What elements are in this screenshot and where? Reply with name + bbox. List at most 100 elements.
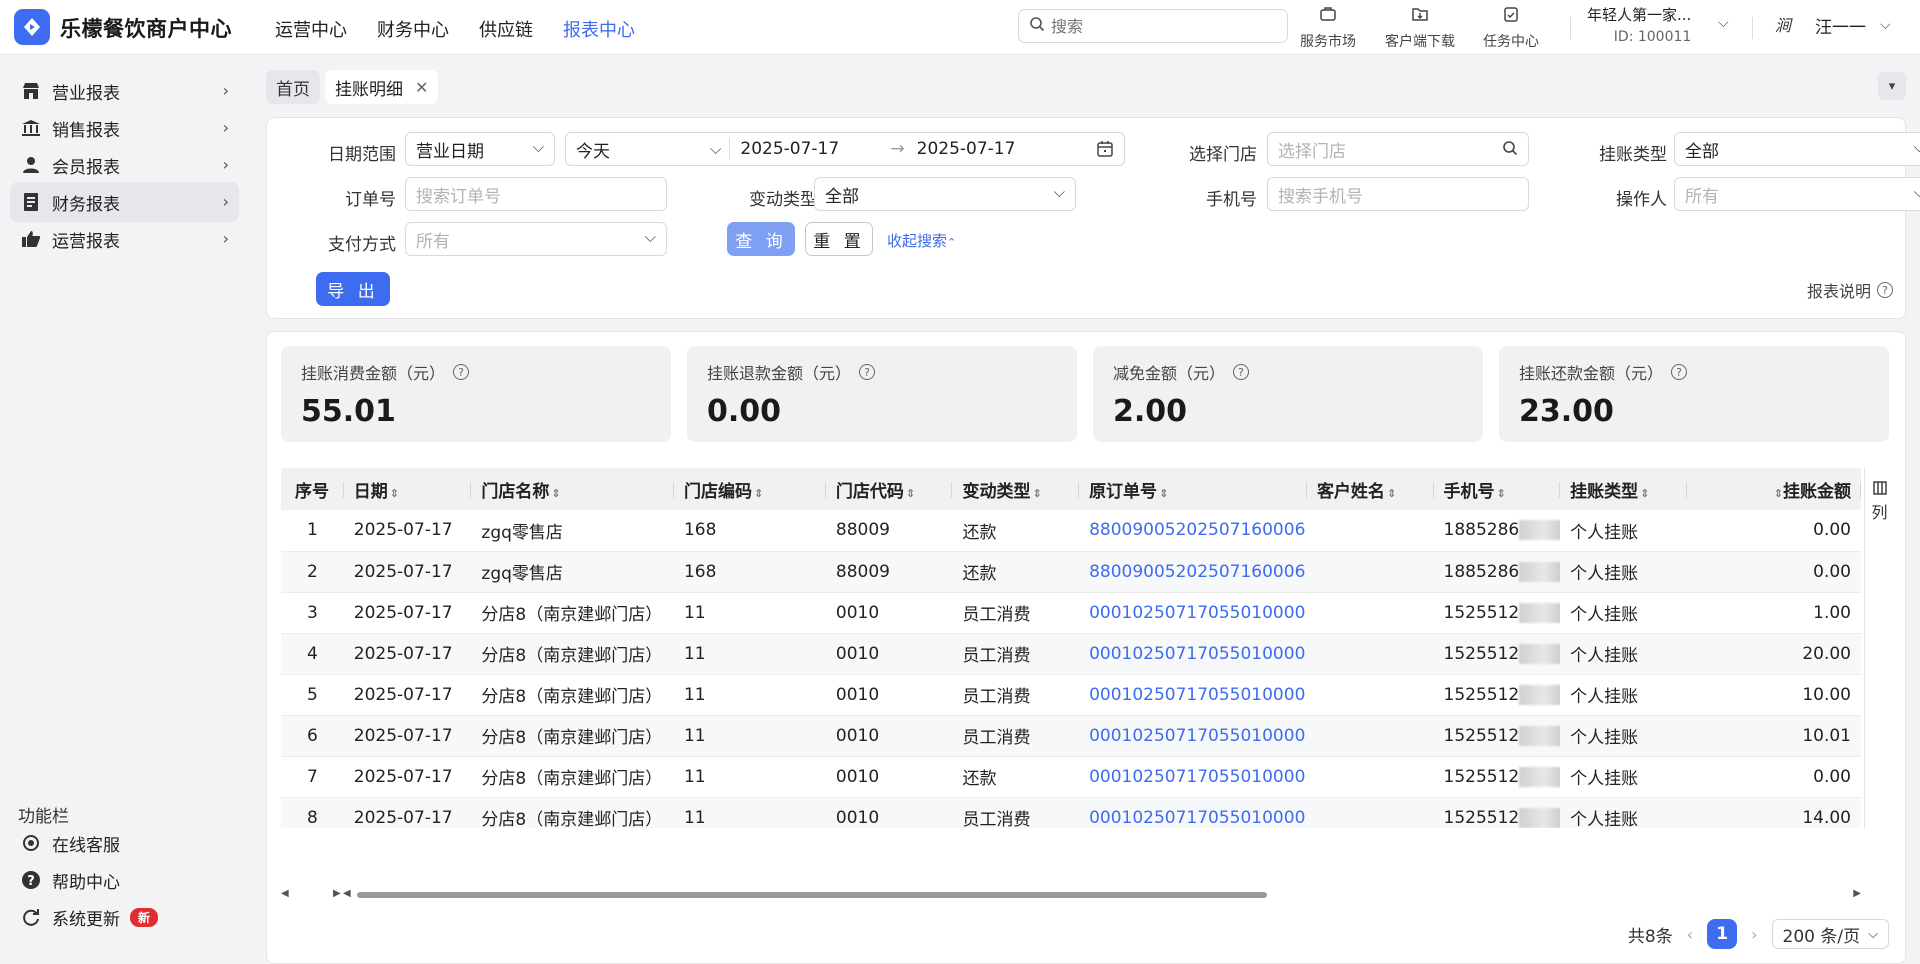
- sidebar-item-sales-report[interactable]: 销售报表 ›: [10, 108, 239, 148]
- global-search[interactable]: [1018, 9, 1288, 43]
- service-market-button[interactable]: 服务市场: [1300, 4, 1356, 51]
- column-settings-button[interactable]: 列: [1864, 468, 1894, 828]
- question-circle-icon[interactable]: ?: [1233, 364, 1250, 380]
- date-start[interactable]: 2025-07-17: [740, 139, 890, 159]
- cell-date: 2025-07-17: [343, 510, 472, 552]
- reset-button[interactable]: 重 置: [805, 222, 873, 256]
- nav-reports[interactable]: 报表中心: [563, 16, 635, 42]
- scroll-right-icon[interactable]: ▶: [333, 888, 341, 899]
- report-help[interactable]: 报表说明 ?: [1807, 278, 1893, 302]
- store-icon: [20, 80, 42, 102]
- prev-page-icon[interactable]: ‹: [1687, 925, 1693, 944]
- page-size-select[interactable]: 200 条/页 ⌵: [1771, 919, 1889, 949]
- tab-home[interactable]: 首页: [266, 70, 320, 104]
- question-circle-icon[interactable]: ?: [1671, 364, 1688, 380]
- user-menu[interactable]: 涧 汪一一 ⌵: [1775, 12, 1891, 38]
- col-header-order-no[interactable]: 原订单号 ⇕: [1079, 468, 1307, 510]
- chevron-down-icon: ⌵: [1880, 17, 1891, 33]
- chevron-down-icon: ▾: [1888, 78, 1896, 94]
- question-circle-icon[interactable]: ?: [453, 364, 470, 380]
- order-placeholder: 搜索订单号: [416, 186, 501, 207]
- order-input[interactable]: 搜索订单号: [405, 177, 667, 211]
- close-icon[interactable]: ✕: [415, 78, 428, 97]
- store-select[interactable]: 选择门店: [1267, 132, 1529, 166]
- change-type-select[interactable]: 全部 ⌵: [814, 177, 1076, 211]
- online-support-item[interactable]: 在线客服: [10, 823, 239, 863]
- scrollbar-thumb[interactable]: [357, 892, 1267, 898]
- col-header-change-type[interactable]: 变动类型 ⇕: [952, 468, 1080, 510]
- task-center-label: 任务中心: [1483, 34, 1539, 50]
- cell-customer: [1306, 797, 1434, 828]
- calendar-icon[interactable]: [1096, 140, 1114, 163]
- stat-value: 2.00: [1113, 394, 1188, 429]
- col-header-store-code[interactable]: 门店编码 ⇕: [673, 468, 826, 510]
- table-row: 6 2025-07-17 分店8（南京建邺门店） 11 0010 员工消费 00010250…: [281, 715, 1861, 757]
- nav-finance[interactable]: 财务中心: [377, 16, 449, 42]
- page-size-value: 200 条/页: [1782, 926, 1861, 947]
- task-center-button[interactable]: 任务中心: [1483, 4, 1539, 51]
- chevron-down-icon[interactable]: ⌵: [1718, 15, 1729, 31]
- col-header-customer[interactable]: 客户姓名 ⇕: [1306, 468, 1434, 510]
- change-type-value: 全部: [825, 186, 859, 207]
- next-page-icon[interactable]: ›: [1751, 925, 1757, 944]
- chevron-right-icon: ›: [222, 192, 229, 211]
- sidebar-item-finance-report[interactable]: 财务报表 ›: [10, 182, 239, 222]
- nav-supply-chain[interactable]: 供应链: [479, 16, 533, 42]
- page-1-button[interactable]: 1: [1707, 919, 1738, 949]
- cell-store-code: 168: [673, 510, 826, 552]
- phone-input[interactable]: 搜索手机号: [1267, 177, 1529, 211]
- col-header-credit-amount[interactable]: ⇕挂账金额: [1686, 468, 1861, 510]
- help-center-item[interactable]: ? 帮助中心: [10, 860, 239, 900]
- credit-type-value: 全部: [1685, 141, 1719, 162]
- cell-order-no[interactable]: 00010250717055010000 6: [1079, 797, 1307, 828]
- store-label: 选择门店: [1189, 145, 1257, 165]
- question-circle-icon[interactable]: ?: [859, 364, 876, 380]
- cell-order-no[interactable]: 00010250717055010000 5: [1079, 715, 1307, 757]
- scroll-left-icon[interactable]: ◀: [343, 888, 351, 899]
- cell-order-no[interactable]: 88009005202507160006: [1079, 510, 1307, 552]
- brand-logo-icon[interactable]: [14, 9, 50, 45]
- nav-operations[interactable]: 运营中心: [275, 16, 347, 42]
- col-header-date[interactable]: 日期 ⇕: [343, 468, 472, 510]
- export-button[interactable]: 导 出: [316, 272, 390, 306]
- collapse-search-link[interactable]: 收起搜索⌃: [887, 230, 956, 251]
- cell-order-no[interactable]: 00010250717055010000 5: [1079, 756, 1307, 798]
- sort-icon: ⇕: [1496, 486, 1506, 500]
- col-header-phone[interactable]: 手机号 ⇕: [1433, 468, 1561, 510]
- cell-order-no[interactable]: 00010250717055010000 3: [1079, 633, 1307, 675]
- table-row: 1 2025-07-17 zgq零售店 168 88009 还款 8800900520250…: [281, 510, 1861, 552]
- horizontal-scrollbar[interactable]: ◀ ▶ ◀ ▶: [281, 888, 1861, 900]
- scroll-left-icon[interactable]: ◀: [281, 888, 289, 899]
- search-input[interactable]: [1051, 16, 1251, 36]
- cell-order-no[interactable]: 00010250717055010000 2: [1079, 592, 1307, 634]
- sidebar-item-business-report[interactable]: 营业报表 ›: [10, 71, 239, 111]
- date-end[interactable]: 2025-07-17: [917, 139, 1067, 159]
- cell-order-no[interactable]: 88009005202507160006: [1079, 551, 1307, 593]
- sidebar-item-operation-report[interactable]: 运营报表 ›: [10, 219, 239, 259]
- query-button[interactable]: 查 询: [727, 222, 795, 256]
- sidebar-item-member-report[interactable]: 会员报表 ›: [10, 145, 239, 185]
- date-range-picker[interactable]: 今天 ⌵ 2025-07-17 → 2025-07-17: [565, 132, 1125, 166]
- scroll-right-icon[interactable]: ▶: [1853, 888, 1861, 899]
- col-header-credit-type[interactable]: 挂账类型 ⇕: [1560, 468, 1687, 510]
- col-header-store-name[interactable]: 门店名称 ⇕: [471, 468, 674, 510]
- account-switcher[interactable]: 年轻人第一家... ID: 100011: [1587, 4, 1691, 48]
- col-header-store-id[interactable]: 门店代码 ⇕: [825, 468, 953, 510]
- cell-change-type: 员工消费: [952, 592, 1080, 634]
- system-update-item[interactable]: 系统更新 新: [10, 897, 239, 937]
- account-name: 年轻人第一家...: [1587, 6, 1692, 24]
- cell-order-no[interactable]: 00010250717055010000 4: [1079, 674, 1307, 716]
- tab-credit-detail[interactable]: 挂账明细 ✕: [325, 70, 439, 104]
- pay-method-select[interactable]: 所有 ⌵: [405, 222, 667, 256]
- table-row: 8 2025-07-17 分店8（南京建邺门店） 11 0010 员工消费 00010250…: [281, 797, 1861, 828]
- headset-icon: [20, 832, 42, 854]
- cell-phone: 1525512: [1433, 633, 1561, 675]
- redacted-phone-digits: [1519, 602, 1561, 623]
- date-preset-value[interactable]: 今天: [566, 137, 710, 162]
- credit-type-select[interactable]: 全部 ⌵: [1674, 132, 1920, 166]
- date-type-select[interactable]: 营业日期 ⌵: [405, 132, 555, 166]
- client-download-button[interactable]: 客户端下载: [1385, 4, 1455, 51]
- cell-credit-amount: 10.00: [1686, 674, 1861, 716]
- collapse-tabs-button[interactable]: ▾: [1878, 72, 1906, 100]
- operator-select[interactable]: 所有 ⌵: [1674, 177, 1920, 211]
